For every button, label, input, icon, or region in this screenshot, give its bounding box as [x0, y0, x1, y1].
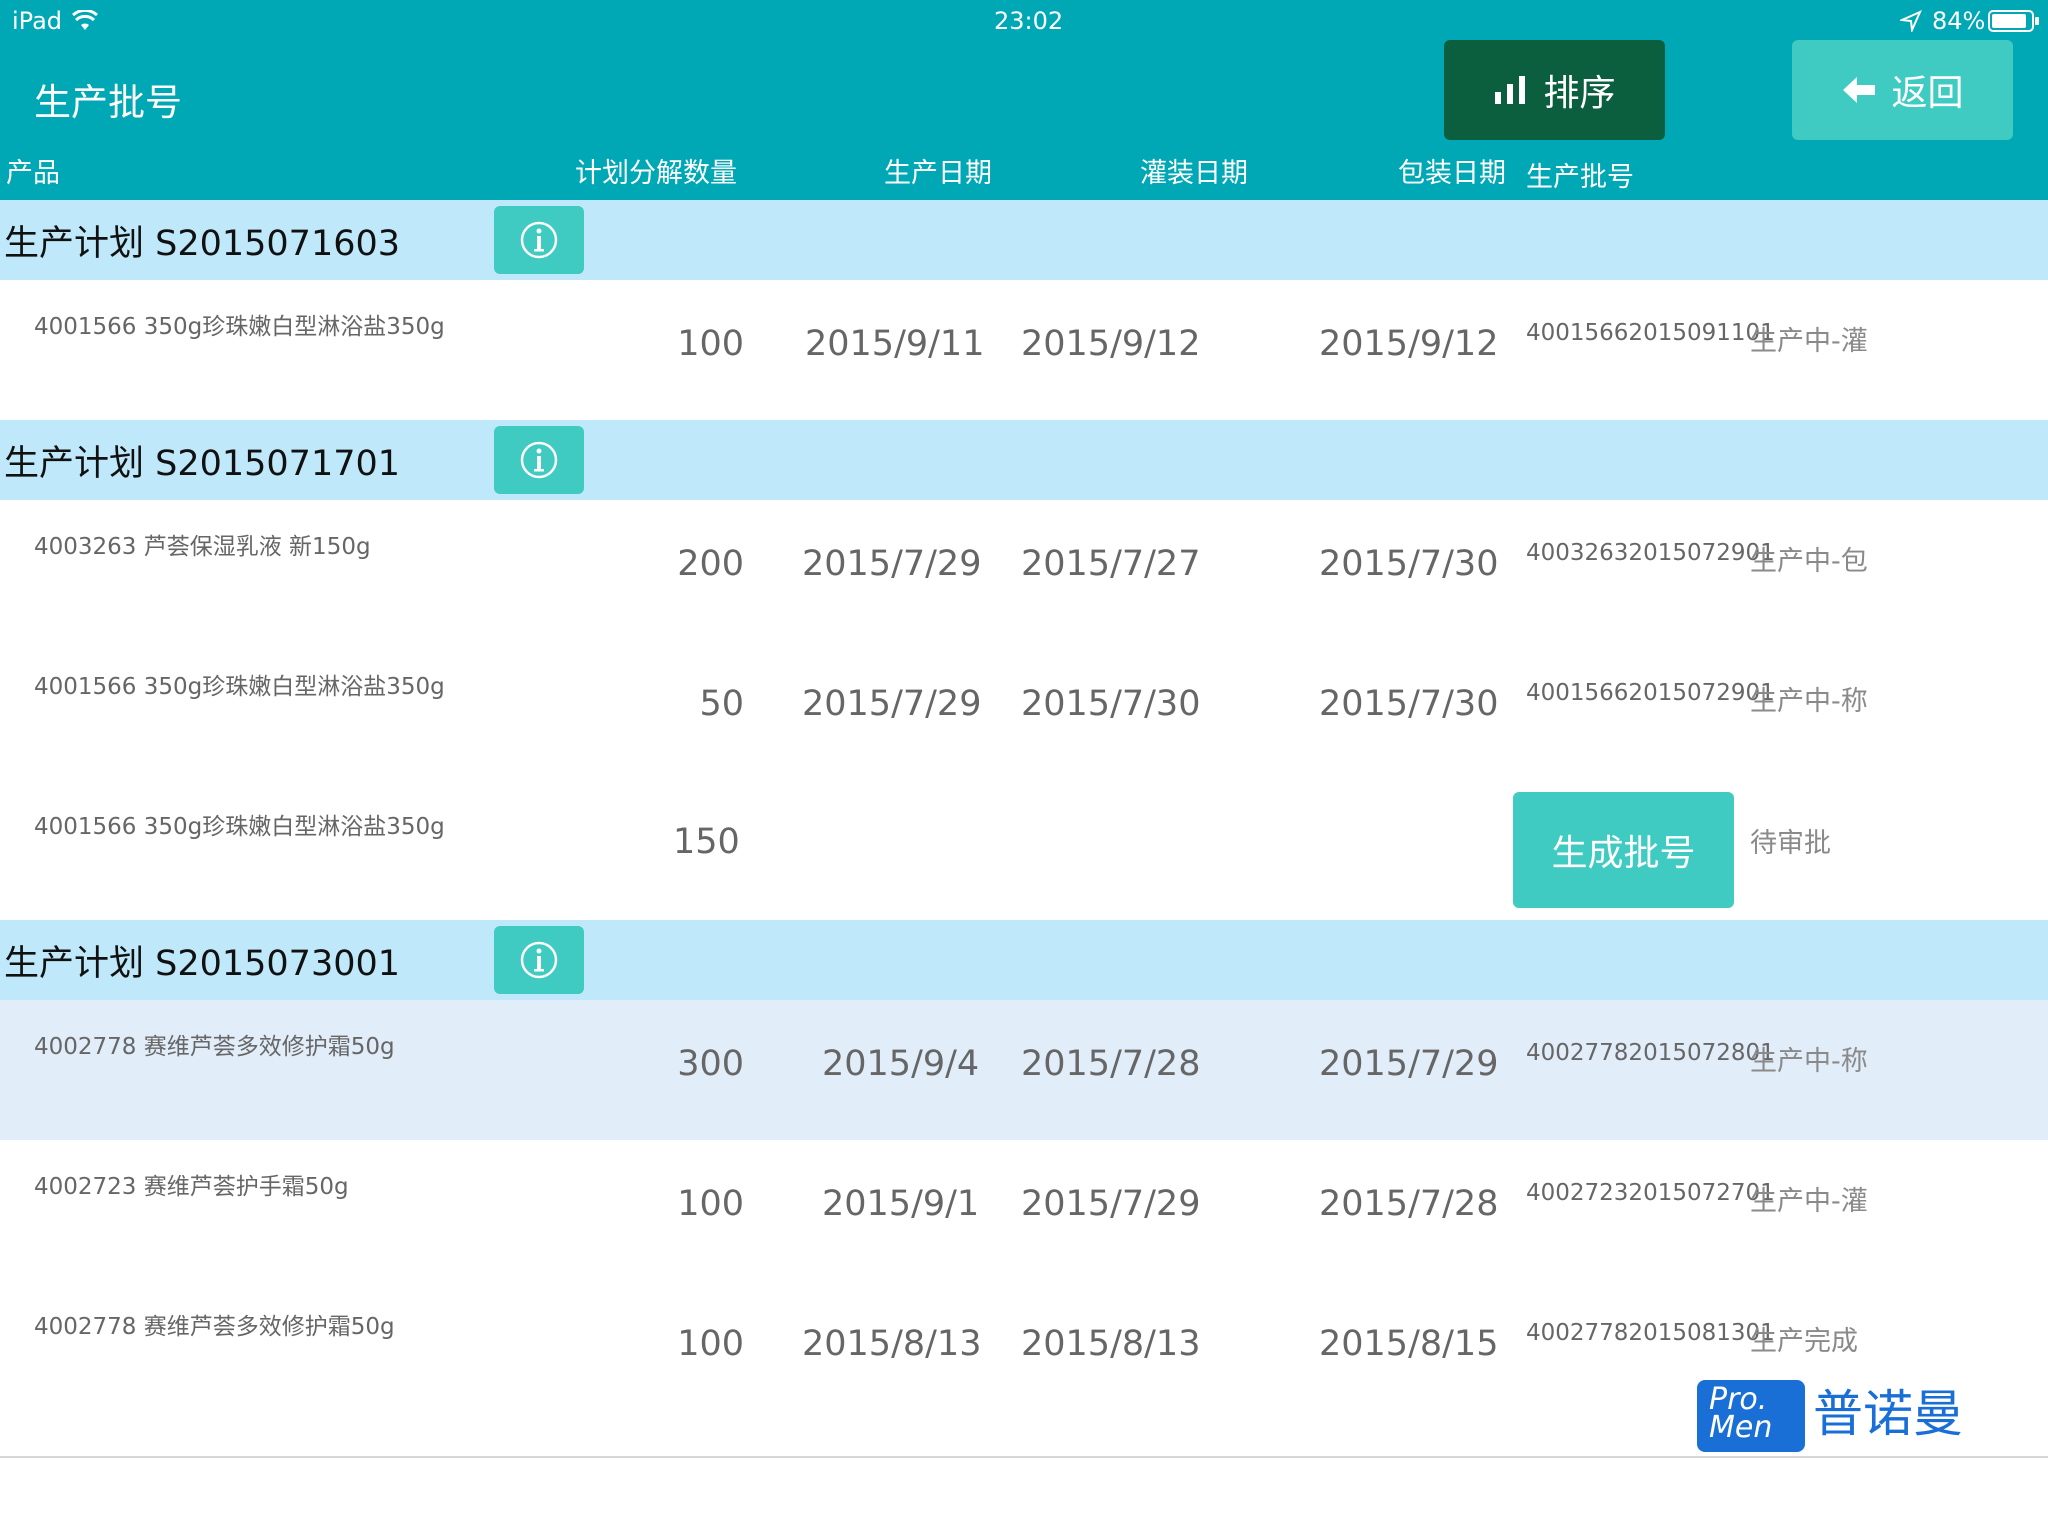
wifi-icon	[72, 10, 98, 30]
product-name: 4001566 350g珍珠嫩白型淋浴盐350g	[34, 674, 445, 700]
info-icon	[520, 441, 558, 479]
info-icon	[520, 221, 558, 259]
product-name: 4001566 350g珍珠嫩白型淋浴盐350g	[34, 814, 445, 840]
logo-text: 普诺曼	[1813, 1385, 1963, 1443]
batch-number: 40027232015072701	[1526, 1180, 1775, 1206]
batch-number: 40027782015081301	[1526, 1320, 1775, 1346]
row-status: 生产中-称	[1750, 1046, 1868, 1077]
production-date: 2015/7/29	[802, 684, 982, 724]
production-date: 2015/9/1	[822, 1184, 980, 1224]
back-button-label: 返回	[1891, 73, 1964, 114]
plan-title: 生产计划 S2015071603	[4, 224, 401, 264]
column-header-production-date[interactable]: 生产日期	[884, 156, 992, 192]
page-title: 生产批号	[34, 81, 182, 124]
plan-group-header: 生产计划 S2015071701	[0, 420, 2048, 500]
logo-badge-line2: Men	[1709, 1410, 1773, 1445]
device-name: iPad	[12, 7, 63, 35]
planned-qty: 150	[673, 822, 740, 862]
production-date: 2015/7/29	[802, 544, 982, 584]
clock: 23:02	[994, 7, 1064, 35]
product-name: 4003263 芦荟保湿乳液 新150g	[34, 534, 371, 560]
row-status: 生产中-灌	[1750, 1186, 1868, 1217]
table-row[interactable]: 4003263 芦荟保湿乳液 新150g 200 2015/7/29 2015/…	[0, 500, 2048, 640]
filling-date: 2015/7/27	[1021, 544, 1201, 584]
packaging-date: 2015/8/15	[1319, 1324, 1499, 1364]
product-name: 4002778 赛维芦荟多效修护霜50g	[34, 1034, 395, 1060]
filling-date: 2015/7/29	[1021, 1184, 1201, 1224]
info-icon	[520, 941, 558, 979]
filling-date: 2015/7/30	[1021, 684, 1201, 724]
plan-info-button[interactable]	[494, 426, 584, 494]
table-row[interactable]: 4002778 赛维芦荟多效修护霜50g 300 2015/9/4 2015/7…	[0, 1000, 2048, 1140]
sort-button-label: 排序	[1543, 73, 1616, 114]
packaging-date: 2015/7/30	[1319, 684, 1499, 724]
battery-icon	[1988, 10, 2039, 32]
bottom-divider	[0, 1456, 2048, 1458]
plan-title: 生产计划 S2015071701	[4, 444, 401, 484]
batch-number: 40027782015072801	[1526, 1040, 1775, 1066]
product-name: 4001566 350g珍珠嫩白型淋浴盐350g	[34, 314, 445, 340]
bar-chart-icon	[1495, 76, 1526, 104]
planned-qty: 100	[677, 1324, 744, 1364]
row-status: 生产中-灌	[1750, 326, 1868, 357]
column-header-packaging-date[interactable]: 包装日期	[1398, 156, 1506, 192]
packaging-date: 2015/7/28	[1319, 1184, 1499, 1224]
product-name: 4002723 赛维芦荟护手霜50g	[34, 1174, 349, 1200]
column-header-planned-qty[interactable]: 计划分解数量	[575, 156, 737, 192]
production-date: 2015/9/4	[822, 1044, 980, 1084]
packaging-date: 2015/9/12	[1319, 324, 1499, 364]
plan-title: 生产计划 S2015073001	[4, 944, 401, 984]
batch-number: 40015662015072901	[1526, 680, 1775, 706]
filling-date: 2015/9/12	[1021, 324, 1201, 364]
batch-number: 40032632015072901	[1526, 540, 1775, 566]
top-header: iPad 23:02 84% 生产批号 排序 返回 产品 计划分解数量 生产日期…	[0, 0, 2048, 200]
packaging-date: 2015/7/29	[1319, 1044, 1499, 1084]
filling-date: 2015/7/28	[1021, 1044, 1201, 1084]
column-header-filling-date[interactable]: 灌装日期	[1140, 156, 1248, 192]
planned-qty: 300	[677, 1044, 744, 1084]
logo-badge: Pro. Men	[1697, 1380, 1805, 1452]
column-header-batch-number[interactable]: 生产批号	[1526, 160, 1634, 196]
production-date: 2015/8/13	[802, 1324, 982, 1364]
planned-qty: 50	[699, 684, 744, 724]
back-button[interactable]: 返回	[1792, 40, 2013, 140]
product-name: 4002778 赛维芦荟多效修护霜50g	[34, 1314, 395, 1340]
row-status: 生产完成	[1750, 1326, 1858, 1357]
planned-qty: 200	[677, 544, 744, 584]
production-date: 2015/9/11	[805, 324, 985, 364]
company-logo: Pro. Men 普诺曼	[1697, 1374, 1963, 1454]
column-header-product[interactable]: 产品	[6, 156, 60, 192]
plan-info-button[interactable]	[494, 926, 584, 994]
batch-number: 40015662015091101	[1526, 320, 1775, 346]
generate-batch-button[interactable]: 生成批号	[1513, 792, 1734, 908]
sort-button[interactable]: 排序	[1444, 40, 1665, 140]
battery-percent: 84%	[1932, 7, 1986, 35]
location-arrow-icon	[1900, 10, 1922, 32]
packaging-date: 2015/7/30	[1319, 544, 1499, 584]
row-status: 待审批	[1750, 828, 1831, 859]
plan-group-header: 生产计划 S2015073001	[0, 920, 2048, 1000]
plan-group-header: 生产计划 S2015071603	[0, 200, 2048, 280]
planned-qty: 100	[677, 324, 744, 364]
arrow-left-icon	[1843, 77, 1876, 103]
plan-info-button[interactable]	[494, 206, 584, 274]
table-row[interactable]: 4001566 350g珍珠嫩白型淋浴盐350g 150 生成批号 待审批	[0, 780, 2048, 920]
row-status: 生产中-称	[1750, 686, 1868, 717]
table-row[interactable]: 4001566 350g珍珠嫩白型淋浴盐350g 50 2015/7/29 20…	[0, 640, 2048, 780]
table-row[interactable]: 4002723 赛维芦荟护手霜50g 100 2015/9/1 2015/7/2…	[0, 1140, 2048, 1280]
filling-date: 2015/8/13	[1021, 1324, 1201, 1364]
row-status: 生产中-包	[1750, 546, 1868, 577]
table-row[interactable]: 4001566 350g珍珠嫩白型淋浴盐350g 100 2015/9/11 2…	[0, 280, 2048, 420]
planned-qty: 100	[677, 1184, 744, 1224]
